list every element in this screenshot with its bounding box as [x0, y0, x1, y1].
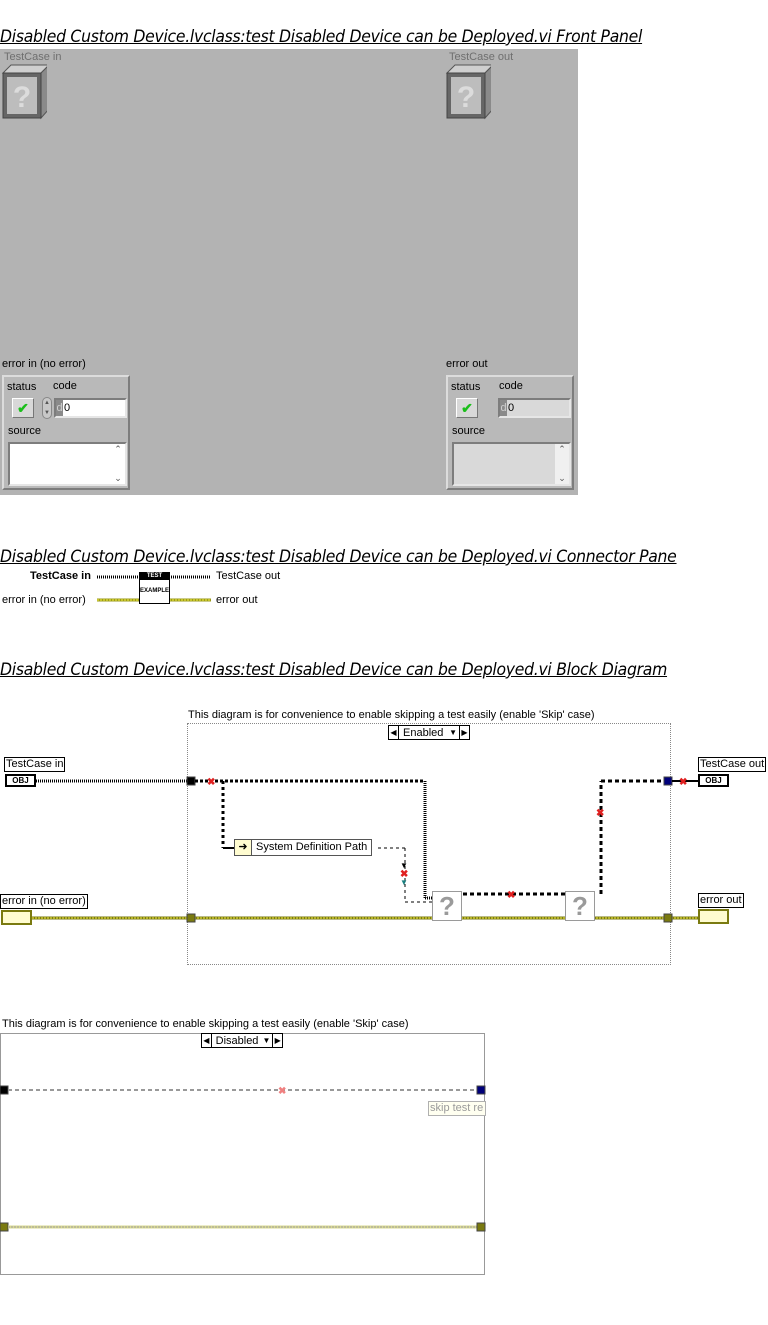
input-tunnel-error	[0, 1222, 9, 1232]
output-tunnel-class	[476, 1085, 486, 1095]
testcase-out-indicator: ?	[445, 64, 491, 120]
radix-indicator: d	[500, 400, 507, 416]
checkmark-icon: ✔	[461, 400, 473, 416]
error-out-terminal-label: error out	[698, 893, 744, 908]
obj-label: OBJ	[705, 776, 722, 785]
coercion-x-icon: ✖	[207, 777, 215, 788]
obj-label: OBJ	[12, 776, 29, 785]
code-increment-decrement[interactable]: ▲ ▼	[42, 397, 52, 419]
status-label: status	[7, 381, 37, 393]
question-icon: ?	[457, 81, 475, 114]
enabled-case-wires: ✖ ▼ ✖ ▼ ✖ ✖ ✖	[32, 776, 698, 923]
error-in-terminal[interactable]	[1, 910, 32, 925]
input-tunnel-class	[186, 776, 196, 786]
code-value: 0	[64, 402, 71, 414]
vi-icon-bottom: EXAMPLE	[140, 588, 170, 594]
scroll-up-icon[interactable]: ⌃	[111, 444, 125, 455]
case-selector-label: Disabled	[215, 1035, 259, 1047]
status-indicator: ✔	[456, 398, 478, 418]
case-selector-label: Enabled	[403, 727, 444, 739]
error-in-terminal-label: error in (no error)	[0, 894, 88, 909]
source-scrollbar[interactable]: ⌃ ⌄	[111, 444, 125, 484]
code-value: 0	[508, 402, 515, 414]
testcase-out-terminal[interactable]: OBJ	[698, 774, 729, 787]
disabled-case-wires: ✖	[0, 1085, 486, 1232]
status-checkbox[interactable]: ✔	[12, 398, 34, 418]
front-panel: TestCase in ? TestCase out ? error in (n…	[0, 49, 578, 495]
code-label: code	[499, 380, 523, 392]
source-scrollbar[interactable]: ⌃ ⌄	[555, 444, 569, 484]
source-input[interactable]: ⌃ ⌄	[8, 442, 127, 486]
coercion-x-icon: ✖	[507, 890, 515, 901]
question-icon: ?	[13, 81, 31, 114]
chevron-down-icon[interactable]: ▼	[262, 1034, 272, 1047]
question-icon: ?	[572, 891, 588, 921]
radix-indicator: d	[56, 400, 63, 416]
output-tunnel-error	[663, 913, 673, 923]
status-label: status	[451, 381, 481, 393]
error-out-terminal[interactable]	[698, 909, 729, 924]
next-case-icon[interactable]: ▶	[459, 726, 469, 739]
unknown-subvi-node-2[interactable]: ?	[565, 891, 595, 921]
error-out-cluster: status code ✔ d0 source ⌃ ⌄	[446, 375, 574, 490]
testcase-in-label: TestCase in	[4, 51, 62, 63]
scroll-down-icon[interactable]: ⌄	[555, 473, 569, 484]
code-input[interactable]: d0	[54, 398, 127, 418]
property-node-label: System Definition Path	[256, 841, 368, 853]
input-tunnel-class	[0, 1085, 9, 1095]
cp-output-error-out: error out	[216, 594, 258, 606]
checkmark-icon: ✔	[17, 400, 29, 416]
error-in-label: error in (no error)	[2, 358, 86, 370]
input-tunnel-error	[186, 913, 196, 923]
property-node[interactable]: ➜ System Definition Path	[234, 839, 373, 856]
source-label: source	[452, 425, 486, 437]
coercion-x-icon: ✖	[278, 1086, 286, 1097]
cp-input-testcase-in: TestCase in	[30, 570, 91, 582]
coercion-x-icon: ✖	[679, 777, 687, 788]
prev-case-icon[interactable]: ◀	[202, 1034, 212, 1047]
next-case-icon[interactable]: ▶	[272, 1034, 282, 1047]
prev-case-icon[interactable]: ◀	[389, 726, 399, 739]
code-label: code	[53, 380, 77, 392]
disabled-case-comment: This diagram is for convenience to enabl…	[2, 1018, 409, 1030]
code-indicator: d0	[498, 398, 571, 418]
source-label: source	[8, 425, 42, 437]
vi-icon: TEST EXAMPLE	[139, 572, 170, 604]
svg-text:▼: ▼	[400, 878, 408, 887]
case-selector-enabled[interactable]: ◀ Enabled ▼ ▶	[388, 725, 470, 740]
connector-pane-title: Disabled Custom Device.lvclass:test Disa…	[0, 547, 677, 567]
scroll-up-icon[interactable]: ⌃	[555, 444, 569, 455]
vi-icon-top: TEST	[140, 573, 169, 580]
testcase-in-control[interactable]: ?	[1, 63, 47, 123]
testcase-out-terminal-label: TestCase out	[698, 757, 767, 772]
error-in-cluster: status code ✔ ▲ ▼ d0 source ⌃ ⌄	[2, 375, 130, 490]
testcase-in-terminal-label: TestCase in	[4, 757, 66, 772]
cp-output-testcase-out: TestCase out	[216, 570, 281, 582]
block-diagram-title: Disabled Custom Device.lvclass:test Disa…	[0, 660, 668, 680]
unknown-subvi-node-1[interactable]: ?	[432, 891, 462, 921]
testcase-out-label: TestCase out	[449, 51, 514, 63]
error-out-label: error out	[446, 358, 488, 370]
question-icon: ?	[439, 891, 455, 921]
case-selector-disabled[interactable]: ◀ Disabled ▼ ▶	[201, 1033, 283, 1048]
arrow-right-icon: ➜	[235, 840, 252, 855]
output-tunnel-error	[476, 1222, 486, 1232]
coercion-x-icon: ✖	[596, 808, 604, 819]
enabled-case-comment: This diagram is for convenience to enabl…	[188, 709, 595, 721]
front-panel-title: Disabled Custom Device.lvclass:test Disa…	[0, 27, 643, 47]
skip-test-constant: skip test re	[428, 1101, 486, 1116]
chevron-down-icon[interactable]: ▼	[449, 726, 459, 739]
scroll-down-icon[interactable]: ⌄	[111, 473, 125, 484]
cp-input-error-in: error in (no error)	[2, 594, 86, 606]
source-indicator: ⌃ ⌄	[452, 442, 571, 486]
output-tunnel-class	[663, 776, 673, 786]
testcase-in-terminal[interactable]: OBJ	[5, 774, 36, 787]
